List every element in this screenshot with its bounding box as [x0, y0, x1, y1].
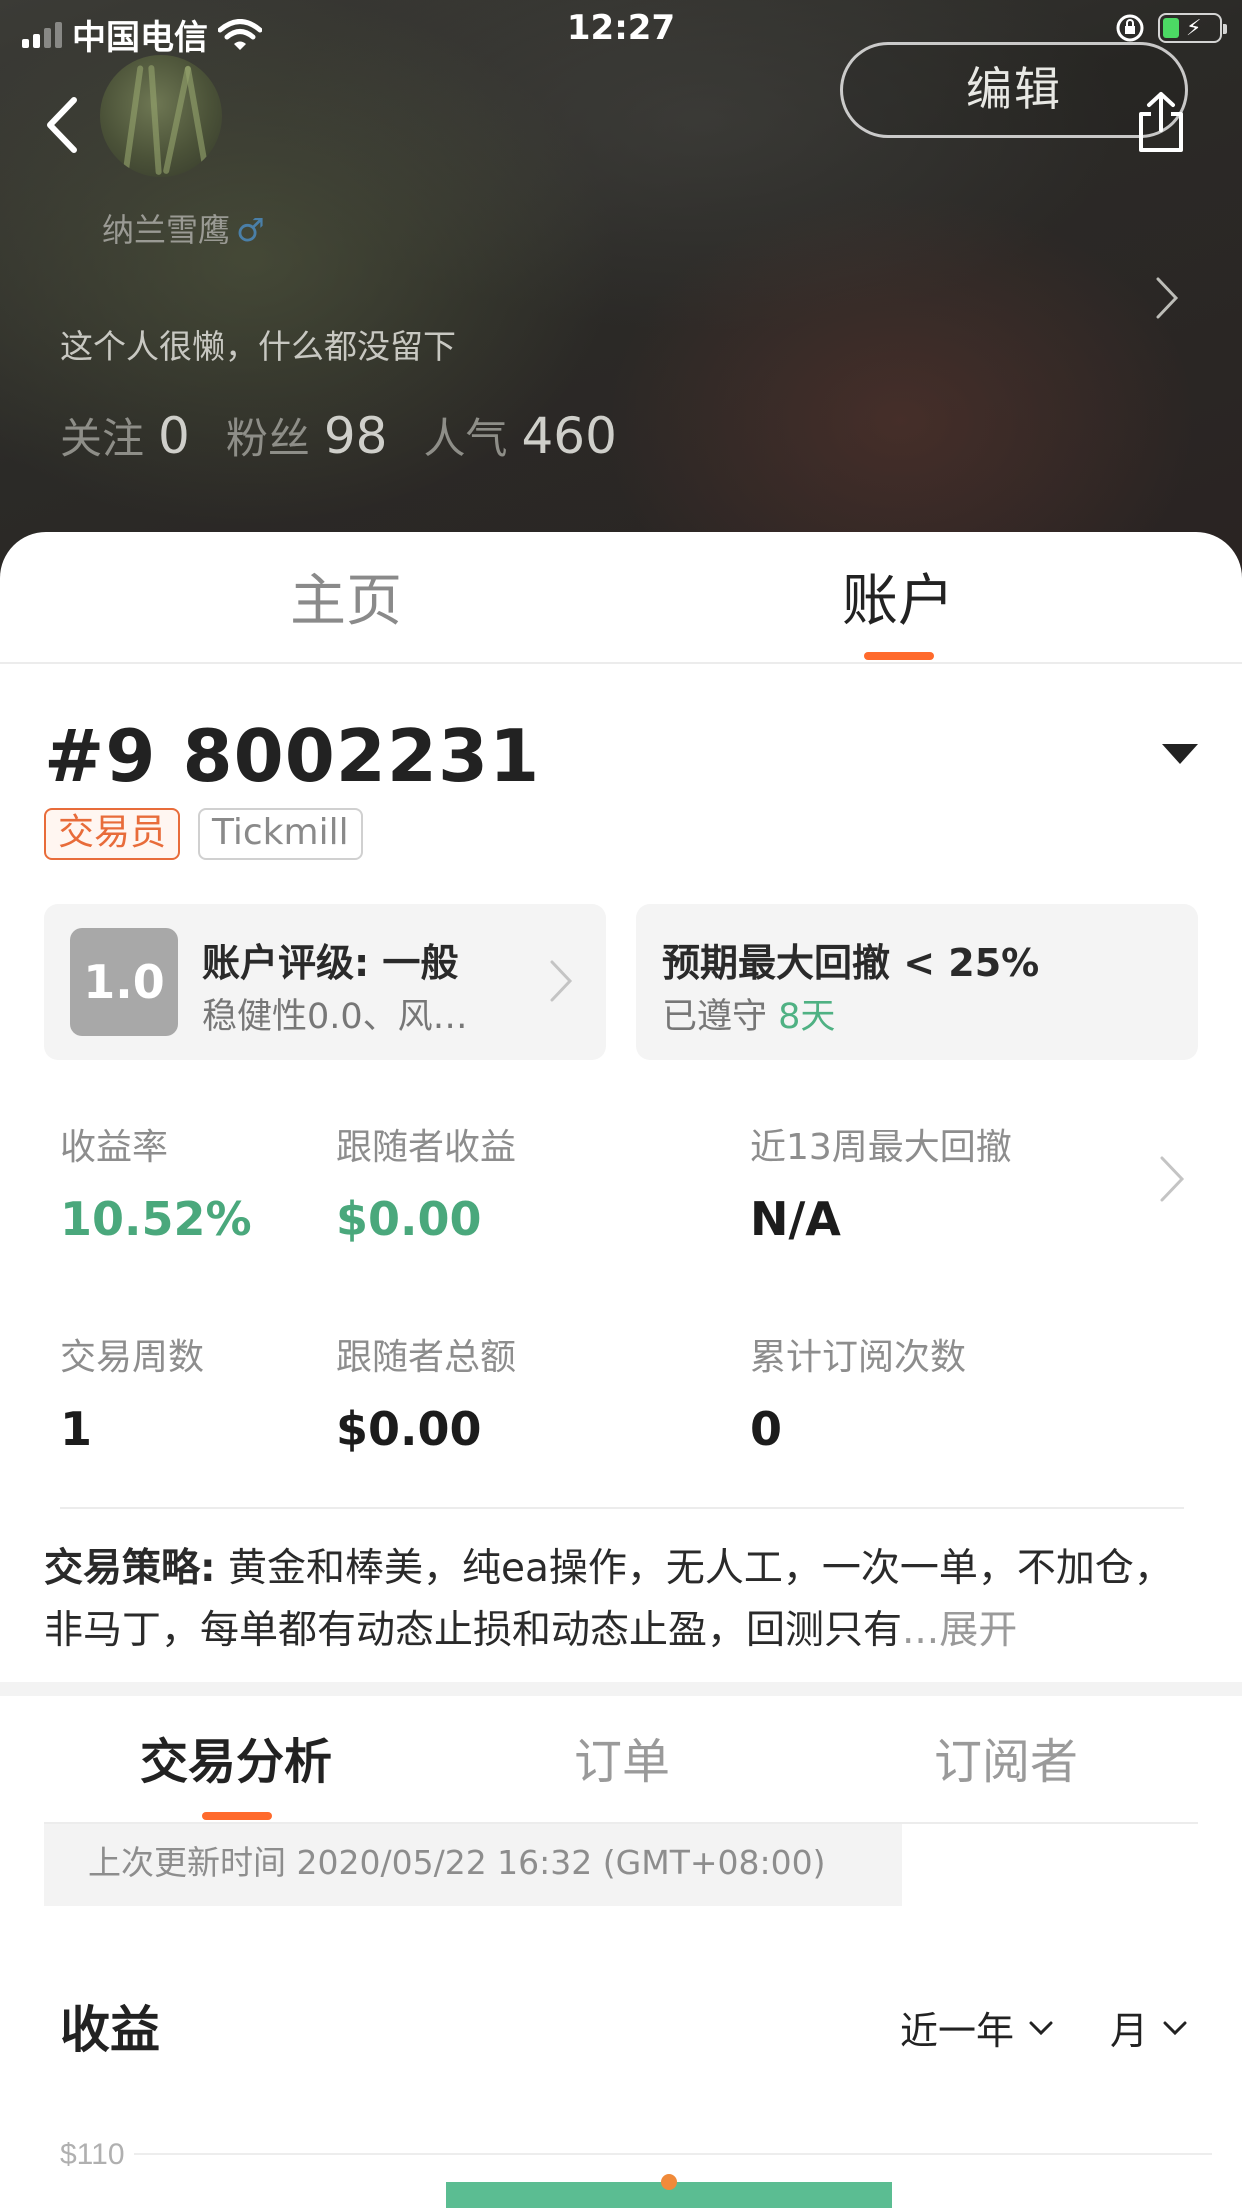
- tab-home[interactable]: 主页: [290, 556, 402, 637]
- metric-label-max-drawdown: 近13周最大回撤: [750, 1127, 1012, 1168]
- share-icon[interactable]: [1133, 90, 1189, 154]
- account-number: #9 8002231: [44, 714, 541, 798]
- stat-followers[interactable]: 粉丝 98: [226, 405, 388, 466]
- chart-point: [661, 2174, 677, 2190]
- range-filter-dropdown[interactable]: 近一年: [900, 2000, 1054, 2055]
- stat-following[interactable]: 关注 0: [60, 405, 190, 466]
- bio-text: 这个人很懒，什么都没留下: [60, 327, 456, 366]
- metric-label-return: 收益率: [60, 1127, 169, 1168]
- avatar[interactable]: [100, 55, 222, 177]
- top-tab-bar: 主页 账户: [0, 532, 1242, 664]
- metric-value-trading-weeks: 1: [60, 1402, 93, 1456]
- strategy-label: 交易策略:: [44, 1546, 216, 1591]
- period-filter-dropdown[interactable]: 月: [1110, 2000, 1188, 2055]
- chevron-right-icon: [550, 960, 573, 1002]
- profile-header: 中国电信 12:27 ⚡ 纳兰雪鹰 ♂ 编辑 这个人很懒，什么都没留下 关注 0…: [0, 0, 1242, 600]
- stat-value: 0: [158, 407, 190, 465]
- trader-badge: 交易员: [44, 808, 181, 860]
- metrics-chevron-icon[interactable]: [1158, 1154, 1186, 1204]
- tab-account[interactable]: 账户: [842, 556, 954, 637]
- drawdown-kept-days: 8天: [778, 997, 836, 1037]
- rating-score: 1.0: [70, 928, 178, 1036]
- profile-detail-chevron-icon[interactable]: [1152, 275, 1182, 321]
- battery-icon: ⚡: [1158, 13, 1227, 43]
- back-button[interactable]: [38, 90, 88, 160]
- tab-subscribers[interactable]: 订阅者: [934, 1722, 1078, 1792]
- expand-link[interactable]: ...展开: [902, 1608, 1017, 1653]
- stat-label: 粉丝: [225, 414, 310, 463]
- rating-card[interactable]: 1.0 账户评级: 一般 稳健性0.0、风…: [44, 904, 606, 1060]
- tab-trade-analysis[interactable]: 交易分析: [140, 1722, 332, 1792]
- drawdown-kept-label: 已遵守: [662, 997, 779, 1037]
- stat-value: 98: [323, 407, 388, 465]
- broker-badge: Tickmill: [198, 808, 363, 860]
- sub-tab-indicator: [202, 1812, 272, 1820]
- chevron-down-icon: [1029, 2021, 1053, 2035]
- section-separator: [0, 1682, 1242, 1696]
- analysis-tab-bar: 交易分析 订单 订阅者: [44, 1696, 1198, 1824]
- income-chart: $110: [60, 2138, 1212, 2208]
- account-dropdown-icon[interactable]: [1160, 742, 1200, 766]
- income-title: 收益: [60, 2001, 160, 2059]
- stat-value: 460: [521, 407, 617, 465]
- drawdown-title: 预期最大回撤 < 25%: [662, 941, 1040, 985]
- rating-title: 账户评级: 一般: [202, 941, 459, 985]
- drawdown-kept: 已遵守 8天: [662, 988, 835, 1039]
- divider: [60, 1507, 1184, 1509]
- metric-value-return: 10.52%: [60, 1192, 252, 1246]
- metric-value-follower-total: $0.00: [336, 1402, 482, 1456]
- rating-detail: 稳健性0.0、风…: [202, 997, 468, 1037]
- gender-male-icon: ♂: [236, 211, 265, 249]
- metric-label-trading-weeks: 交易周数: [60, 1337, 205, 1378]
- stat-label: 人气: [423, 414, 508, 463]
- last-updated-text: 上次更新时间 2020/05/22 16:32 (GMT+08:00): [44, 1824, 902, 1906]
- rotation-lock-icon: [1116, 14, 1144, 42]
- metric-value-subscriptions: 0: [750, 1402, 783, 1456]
- drawdown-card: 预期最大回撤 < 25% 已遵守 8天: [636, 904, 1198, 1060]
- metric-value-max-drawdown: N/A: [750, 1192, 841, 1246]
- stat-label: 关注: [60, 414, 145, 463]
- chevron-down-icon: [1163, 2021, 1187, 2035]
- range-filter-label: 近一年: [900, 2009, 1015, 2053]
- tab-orders[interactable]: 订单: [574, 1722, 670, 1792]
- tab-indicator: [864, 652, 934, 660]
- metric-label-follower-total: 跟随者总额: [336, 1337, 517, 1378]
- period-filter-label: 月: [1110, 2009, 1149, 2053]
- username-text: 纳兰雪鹰: [102, 211, 231, 249]
- metric-value-follower-profit: $0.00: [336, 1192, 482, 1246]
- username: 纳兰雪鹰 ♂: [102, 205, 265, 251]
- metric-label-subscriptions: 累计订阅次数: [750, 1337, 967, 1378]
- metric-label-follower-profit: 跟随者收益: [336, 1127, 517, 1168]
- y-tick-label: $110: [60, 2138, 125, 2171]
- stat-popularity: 人气 460: [423, 405, 616, 466]
- account-sheet: 主页 账户 #9 8002231 交易员 Tickmill 1.0 账户评级: …: [0, 532, 1242, 2208]
- strategy-text: 交易策略: 黄金和棒美，纯ea操作，无人工，一次一单，不加仓，非马丁，每单都有动…: [44, 1538, 1194, 1662]
- profile-stats: 关注 0 粉丝 98 人气 460: [60, 405, 653, 466]
- status-right: ⚡: [1114, 12, 1227, 44]
